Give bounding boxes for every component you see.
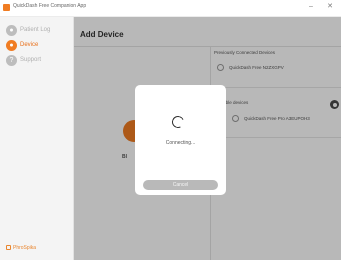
app-logo-icon bbox=[3, 4, 10, 11]
window-title: QuickDash Free Companion App bbox=[13, 3, 87, 9]
close-button[interactable]: ✕ bbox=[325, 2, 335, 12]
connecting-dialog: Connecting... Cancel bbox=[135, 85, 226, 195]
sidebar-item-label: Patient Log bbox=[20, 27, 51, 33]
connecting-status: Connecting... bbox=[165, 140, 196, 146]
cancel-button[interactable]: Cancel bbox=[143, 180, 218, 190]
sidebar-item-patient-log[interactable]: ● Patient Log bbox=[6, 25, 68, 37]
brand-logo: PhroSpika bbox=[6, 245, 36, 251]
brand-icon bbox=[6, 245, 11, 251]
sidebar-item-label: Device bbox=[20, 42, 39, 48]
title-bar: QuickDash Free Companion App – ✕ bbox=[0, 0, 341, 17]
device-icon: ● bbox=[6, 40, 17, 51]
minimize-button[interactable]: – bbox=[306, 2, 316, 12]
sidebar-item-device[interactable]: ● Device bbox=[6, 40, 68, 52]
loading-spinner-icon bbox=[170, 114, 186, 130]
sidebar-item-support[interactable]: ? Support bbox=[6, 55, 68, 67]
sidebar: ● Patient Log ● Device ? Support PhroSpi… bbox=[0, 17, 74, 260]
app-window: QuickDash Free Companion App – ✕ ● Patie… bbox=[0, 0, 341, 260]
sidebar-item-label: Support bbox=[20, 57, 42, 63]
question-icon: ? bbox=[6, 55, 17, 66]
person-icon: ● bbox=[6, 25, 17, 36]
